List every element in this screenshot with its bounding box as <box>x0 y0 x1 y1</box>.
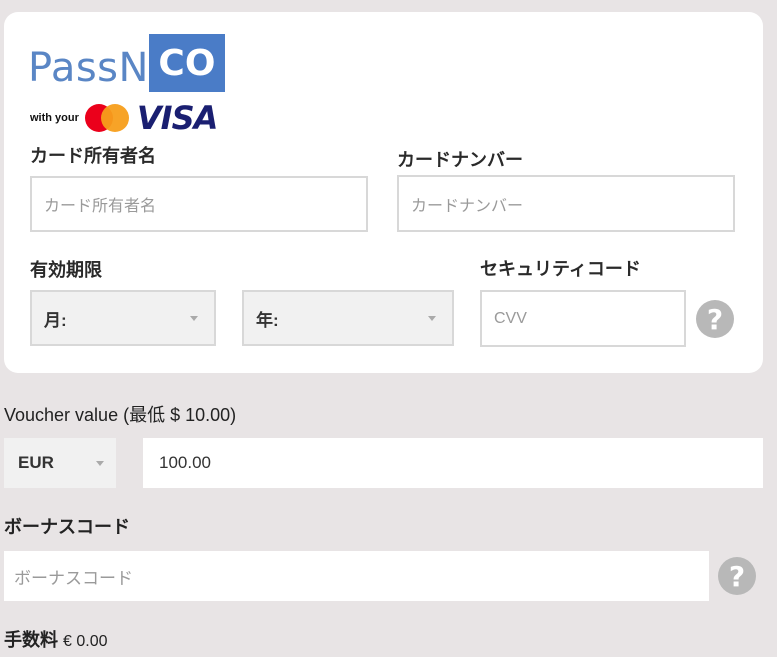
card-holder-label: カード所有者名 <box>30 146 156 166</box>
chevron-down-icon <box>96 461 104 466</box>
voucher-amount-input[interactable]: 100.00 <box>143 438 763 488</box>
fee-value: € 0.00 <box>63 633 108 650</box>
logo-text: PassN <box>28 45 149 91</box>
card-payment-panel: PassN CO with your VISA カード所有者名 カード所有者名 … <box>4 12 763 373</box>
month-selected-value: 月: <box>44 310 67 330</box>
fee-label: 手数料 <box>4 630 58 650</box>
expiry-month-select[interactable]: 月: <box>30 290 216 346</box>
visa-logo: VISA <box>136 99 218 137</box>
card-number-input[interactable]: カードナンバー <box>397 175 735 232</box>
mastercard-logo-icon <box>84 103 131 133</box>
with-your-text: with your <box>30 112 79 124</box>
voucher-value-label: Voucher value (最低 $ 10.00) <box>4 401 236 427</box>
security-code-label: セキュリティコード <box>480 259 641 279</box>
currency-selected-value: EUR <box>18 453 54 472</box>
bonus-help-icon[interactable]: ? <box>718 557 756 595</box>
cvv-help-icon[interactable]: ? <box>696 300 734 338</box>
year-selected-value: 年: <box>256 310 279 330</box>
logo-box: CO <box>148 34 225 92</box>
expiry-year-select[interactable]: 年: <box>242 290 454 346</box>
bonus-code-label: ボーナスコード <box>4 517 130 537</box>
passnco-logo: PassN CO <box>28 32 225 92</box>
cvv-input[interactable]: CVV <box>480 290 686 347</box>
card-number-label: カードナンバー <box>397 150 523 170</box>
expiry-label: 有効期限 <box>30 260 102 280</box>
voucher-min-text: (最低 $ 10.00) <box>123 405 237 425</box>
fee-row: 手数料 € 0.00 <box>4 626 108 652</box>
voucher-label-text: Voucher value <box>4 405 119 425</box>
bonus-code-input[interactable]: ボーナスコード <box>4 551 709 601</box>
chevron-down-icon <box>190 316 198 321</box>
payment-brands: with your VISA <box>30 99 218 137</box>
currency-select[interactable]: EUR <box>4 438 116 488</box>
card-holder-input[interactable]: カード所有者名 <box>30 176 368 232</box>
chevron-down-icon <box>428 316 436 321</box>
